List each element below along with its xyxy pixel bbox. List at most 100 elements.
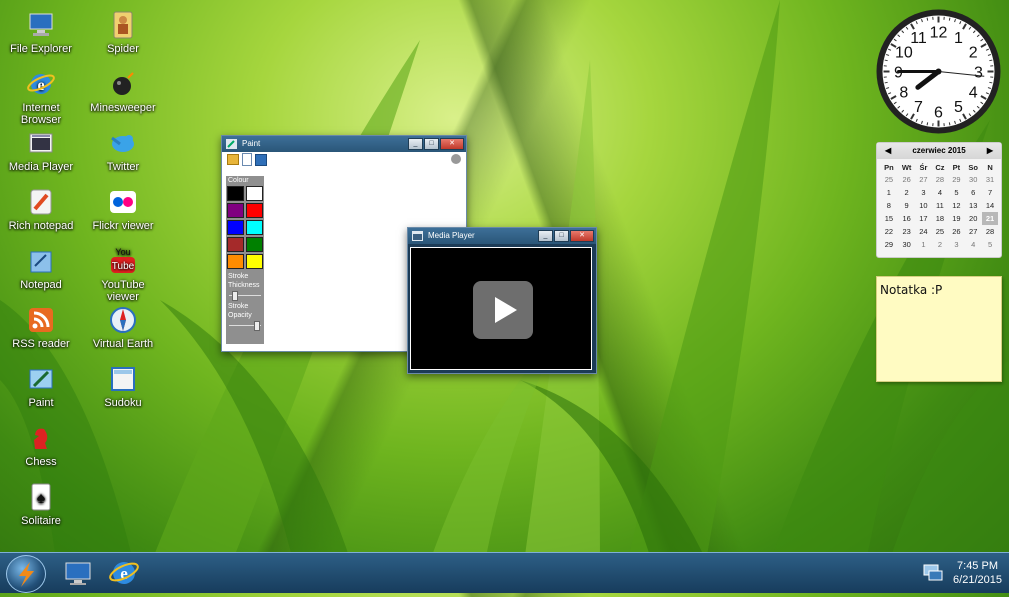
calendar-day[interactable]: 25 — [880, 173, 898, 186]
calendar-day[interactable]: 19 — [948, 212, 964, 225]
calendar-day[interactable]: 5 — [948, 186, 964, 199]
calendar-day[interactable]: 1 — [916, 238, 932, 251]
calendar-day[interactable]: 30 — [964, 173, 982, 186]
desktop-icon-solitaire[interactable]: ♠Solitaire — [1, 482, 81, 527]
calendar-day[interactable]: 8 — [880, 199, 898, 212]
paint-titlebar[interactable]: Paint _ □ ✕ — [222, 136, 466, 152]
opacity-slider[interactable] — [229, 320, 261, 330]
colour-swatch[interactable] — [246, 220, 263, 235]
desktop-icon-rich-notepad[interactable]: Rich notepad — [1, 187, 81, 232]
calendar-gadget[interactable]: ◀ czerwiec 2015 ▶ PnWtŚrCzPtSoN 25262728… — [876, 142, 1002, 258]
calendar-day[interactable]: 21 — [982, 212, 998, 225]
media-player-window[interactable]: Media Player _ □ ✕ — [407, 227, 597, 374]
open-folder-icon[interactable] — [227, 154, 239, 165]
desktop-icon-minesweeper[interactable]: Minesweeper — [83, 69, 163, 114]
calendar-day[interactable]: 9 — [898, 199, 916, 212]
media-player-title: Media Player — [428, 231, 475, 240]
calendar-day[interactable]: 16 — [898, 212, 916, 225]
calendar-day[interactable]: 27 — [916, 173, 932, 186]
calendar-day[interactable]: 5 — [982, 238, 998, 251]
calendar-day[interactable]: 25 — [931, 225, 948, 238]
desktop-icon-internet-browser[interactable]: eInternet Browser — [1, 69, 81, 126]
calendar-day[interactable]: 23 — [898, 225, 916, 238]
desktop-icon-media-player[interactable]: Media Player — [1, 128, 81, 173]
colour-swatch[interactable] — [227, 203, 244, 218]
media-player-titlebar[interactable]: Media Player _ □ ✕ — [408, 228, 596, 244]
desktop-icon-rss-reader[interactable]: RSS reader — [1, 305, 81, 350]
calendar-day[interactable]: 26 — [898, 173, 916, 186]
calendar-day[interactable]: 13 — [964, 199, 982, 212]
calendar-day[interactable]: 2 — [898, 186, 916, 199]
calendar-day[interactable]: 4 — [931, 186, 948, 199]
colour-swatch[interactable] — [227, 186, 244, 201]
colour-swatch[interactable] — [246, 254, 263, 269]
calendar-day[interactable]: 6 — [964, 186, 982, 199]
calendar-day[interactable]: 10 — [916, 199, 932, 212]
calendar-day[interactable]: 18 — [931, 212, 948, 225]
calendar-day[interactable]: 3 — [916, 186, 932, 199]
calendar-day[interactable]: 31 — [982, 173, 998, 186]
new-document-icon[interactable] — [242, 153, 252, 166]
thickness-slider[interactable] — [229, 290, 261, 300]
calendar-day[interactable]: 1 — [880, 186, 898, 199]
calendar-day[interactable]: 28 — [982, 225, 998, 238]
desktop-icon-file-explorer[interactable]: File Explorer — [1, 10, 81, 55]
colour-swatch[interactable] — [246, 186, 263, 201]
calendar-day[interactable]: 24 — [916, 225, 932, 238]
calendar-day[interactable]: 20 — [964, 212, 982, 225]
calendar-day[interactable]: 29 — [880, 238, 898, 251]
minimize-button[interactable]: _ — [538, 230, 553, 242]
desktop-icon-spider[interactable]: Spider — [83, 10, 163, 55]
play-circle-icon[interactable] — [451, 154, 461, 164]
calendar-day[interactable]: 29 — [948, 173, 964, 186]
calendar-day[interactable]: 2 — [931, 238, 948, 251]
desktop-icon-youtube-viewer[interactable]: YouTubeYouTube viewer — [83, 246, 163, 303]
note-text[interactable]: Notatka :P — [877, 277, 1001, 303]
colour-swatch[interactable] — [246, 237, 263, 252]
calendar-day[interactable]: 12 — [948, 199, 964, 212]
desktop-icon-twitter[interactable]: Twitter — [83, 128, 163, 173]
colour-swatch[interactable] — [227, 237, 244, 252]
taskbar-file-explorer[interactable] — [62, 557, 94, 589]
colour-swatch[interactable] — [227, 254, 244, 269]
play-button[interactable] — [473, 281, 533, 339]
desktop-icon-chess[interactable]: Chess — [1, 423, 81, 468]
colour-swatch[interactable] — [227, 220, 244, 235]
desktop-icon-sudoku[interactable]: Sudoku — [83, 364, 163, 409]
calendar-day[interactable]: 3 — [948, 238, 964, 251]
sticky-note[interactable]: Notatka :P — [876, 276, 1002, 382]
colour-swatch[interactable] — [246, 203, 263, 218]
minimize-button[interactable]: _ — [408, 138, 423, 150]
tray-clock[interactable]: 7:45 PM 6/21/2015 — [950, 559, 1005, 587]
save-icon[interactable] — [255, 154, 267, 166]
desktop-icon-notepad[interactable]: Notepad — [1, 246, 81, 291]
video-area[interactable] — [410, 247, 592, 370]
calendar-day[interactable]: 27 — [964, 225, 982, 238]
paint-toolbar — [222, 152, 466, 166]
calendar-day[interactable]: 26 — [948, 225, 964, 238]
maximize-button[interactable]: □ — [424, 138, 439, 150]
maximize-button[interactable]: □ — [554, 230, 569, 242]
calendar-day[interactable]: 4 — [964, 238, 982, 251]
calendar-day[interactable]: 7 — [982, 186, 998, 199]
calendar-day[interactable]: 15 — [880, 212, 898, 225]
calendar-day[interactable]: 28 — [931, 173, 948, 186]
taskbar-internet-browser[interactable]: e — [108, 557, 140, 589]
calendar-day[interactable]: 14 — [982, 199, 998, 212]
desktop-icon-paint[interactable]: Paint — [1, 364, 81, 409]
prev-month-button[interactable]: ◀ — [885, 143, 891, 159]
calendar-day[interactable]: 22 — [880, 225, 898, 238]
weekday-header: Śr — [916, 162, 932, 173]
calendar-day[interactable]: 17 — [916, 212, 932, 225]
clock-gadget[interactable]: 121234567891011 — [875, 8, 1002, 135]
close-button[interactable]: ✕ — [440, 138, 464, 150]
desktop-icon-flickr-viewer[interactable]: Flickr viewer — [83, 187, 163, 232]
calendar-day[interactable]: 11 — [931, 199, 948, 212]
close-button[interactable]: ✕ — [570, 230, 594, 242]
calendar-day[interactable]: 30 — [898, 238, 916, 251]
start-button[interactable] — [6, 555, 46, 593]
desktop-icon-virtual-earth[interactable]: Virtual Earth — [83, 305, 163, 350]
network-tray-icon[interactable] — [923, 563, 943, 581]
next-month-button[interactable]: ▶ — [987, 143, 993, 159]
desktop-icon-label: Paint — [1, 397, 81, 409]
